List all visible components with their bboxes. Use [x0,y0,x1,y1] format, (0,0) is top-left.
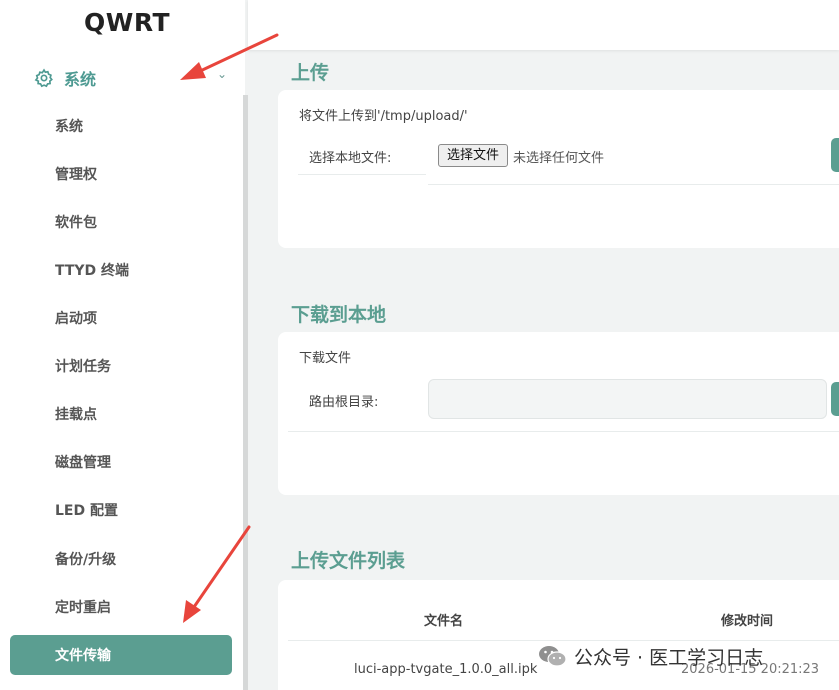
gear-icon [34,68,53,88]
choose-file-label: 选择本地文件: [309,151,392,166]
download-description: 下载文件 [299,351,352,366]
top-bar [248,0,839,50]
sidebar-item-label: 计划任务 [55,359,111,375]
sidebar-item-backup[interactable]: 备份/升级 [0,539,243,579]
sidebar-item-admin[interactable]: 管理权 [0,154,243,194]
sidebar-item-system[interactable]: 系统 [0,106,243,146]
file-list-section-title: 上传文件列表 [291,550,406,572]
sidebar-item-label: 启动项 [55,311,97,327]
sidebar-item-cron[interactable]: 计划任务 [0,346,243,386]
sidebar-item-label: 磁盘管理 [55,455,111,471]
sidebar-item-label: LED 配置 [55,503,118,519]
sidebar-item-led[interactable]: LED 配置 [0,490,243,530]
sidebar-item-label: 系统 [55,119,83,135]
chevron-down-icon[interactable]: ⌄ [217,67,227,81]
sidebar-item-label: 备份/升级 [55,552,117,568]
divider [298,174,426,175]
download-button[interactable] [831,382,839,416]
divider [288,431,839,432]
sidebar-item-label: 文件传输 [55,648,111,664]
path-input[interactable] [428,379,827,419]
sidebar-item-label: 挂载点 [55,407,97,423]
sidebar-item-file-transfer[interactable]: 文件传输 [10,635,232,675]
download-section-title: 下载到本地 [291,304,387,326]
brand-logo: QWRT [84,8,171,37]
sidebar-item-label: 定时重启 [55,600,111,616]
sidebar-item-packages[interactable]: 软件包 [0,202,243,242]
sidebar-item-mounts[interactable]: 挂载点 [0,394,243,434]
no-file-selected-text: 未选择任何文件 [513,151,605,166]
upload-description: 将文件上传到'/tmp/upload/' [299,109,468,124]
sidebar-group-label: 系统 [64,70,97,89]
choose-file-button[interactable]: 选择文件 [438,144,508,167]
column-header-mtime: 修改时间 [721,614,774,629]
sidebar-item-startup[interactable]: 启动项 [0,298,243,338]
sidebar-scrollbar[interactable] [243,95,248,690]
watermark: 公众号 · 医工学习日志 [538,642,763,670]
sidebar-item-label: 管理权 [55,167,97,183]
file-name-cell: luci-app-tvgate_1.0.0_all.ipk [354,662,538,677]
divider [288,640,839,641]
sidebar-group-system[interactable]: 系统 ⌄ [0,58,243,98]
sidebar-item-disk[interactable]: 磁盘管理 [0,442,243,482]
sidebar-item-reboot-schedule[interactable]: 定时重启 [0,587,243,627]
sidebar: QWRT 系统 ⌄ 系统 管理权 软件包 TTYD 终端 启动项 计划任务 挂载… [0,0,248,690]
upload-section-title: 上传 [291,62,330,84]
sidebar-item-ttyd[interactable]: TTYD 终端 [0,250,243,290]
upload-card: 将文件上传到'/tmp/upload/' 选择本地文件: [278,90,839,248]
wechat-icon [539,646,567,667]
path-label: 路由根目录: [309,395,379,410]
upload-button[interactable] [831,138,839,172]
file-list-card: 文件名 修改时间 luci-app-tvgate_1.0.0_all.ipk 2… [278,580,839,690]
watermark-text: 公众号 · 医工学习日志 [574,646,764,669]
sidebar-item-label: 软件包 [55,215,97,231]
divider [428,184,839,185]
sidebar-item-label: TTYD 终端 [55,263,130,279]
column-header-filename: 文件名 [424,614,464,629]
